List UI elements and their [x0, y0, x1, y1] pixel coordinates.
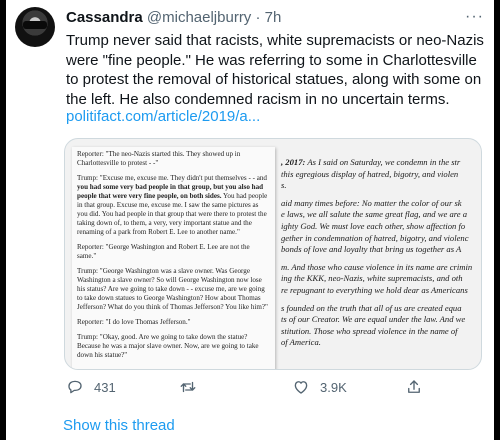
like-button[interactable]: 3.9K [292, 378, 347, 396]
statement-line: gether in condemnation of hatred, bigotr… [281, 232, 469, 243]
reply-icon [68, 380, 82, 394]
avatar[interactable] [15, 7, 55, 47]
transcript-paragraph: Reporter: "I do love Thomas Jefferson." [77, 318, 191, 326]
statement-document: , 2017: As I said on Saturday, we condem… [275, 147, 481, 369]
retweet-button[interactable] [179, 378, 207, 396]
statement-line: stitution. Those who spread violence in … [281, 325, 458, 336]
tweet-text: Trump never said that racists, white sup… [66, 32, 484, 108]
tweet-time[interactable]: 7h [265, 9, 282, 26]
like-icon [294, 381, 308, 394]
transcript-paragraph: Reporter: "George Washington and Robert … [77, 243, 250, 260]
show-thread-link[interactable]: Show this thread [63, 417, 175, 434]
tweet-actions: 431 3.9K [66, 378, 486, 398]
reply-button[interactable]: 431 [66, 378, 116, 396]
tweet-card[interactable]: Cassandra @michaeljburry · 7h ··· Trump … [6, 0, 494, 440]
author-name[interactable]: Cassandra [66, 9, 143, 26]
attached-image[interactable]: Reporter: "The neo-Nazis started this. T… [64, 138, 482, 370]
share-button[interactable] [405, 378, 423, 396]
statement-line: ighty God. We must love each other, show… [281, 220, 466, 231]
statement-line: , 2017: As I said on Saturday, we condem… [281, 157, 461, 167]
statement-line: s founded on the truth that all of us ar… [281, 302, 462, 313]
statement-line: this egregious display of hatred, bigotr… [281, 168, 459, 179]
statement-line: re repugnant to everything we hold dear … [281, 284, 468, 295]
share-icon [408, 380, 420, 393]
transcript-paragraph: Trump: "George Washington was a slave ow… [77, 267, 268, 311]
statement-line: e laws, we all salute the same great fla… [281, 209, 468, 220]
transcript-paragraph: Trump: "Excuse me, excuse me. They didn'… [77, 174, 268, 236]
statement-line: s. [281, 180, 287, 191]
reply-count: 431 [94, 379, 116, 395]
tweet-link[interactable]: politifact.com/article/2019/a... [66, 108, 260, 125]
statement-line: ing the KKK, neo-Nazis, white supremacis… [281, 273, 463, 284]
retweet-icon [180, 381, 196, 393]
transcript-document: Reporter: "The neo-Nazis started this. T… [72, 147, 275, 369]
statement-line: aid many times before: No matter the col… [281, 197, 462, 208]
statement-line: ts of our Creator. We are equal under th… [281, 314, 466, 325]
transcript-paragraph: Trump: "Okay, good. Are we going to take… [77, 333, 259, 359]
tweet-header: Cassandra @michaeljburry · 7h [66, 9, 281, 26]
transcript-paragraph: Reporter: "The neo-Nazis started this. T… [77, 150, 241, 167]
statement-line: of America. [281, 337, 321, 348]
like-count: 3.9K [320, 379, 347, 395]
separator-dot: · [255, 9, 261, 26]
author-handle[interactable]: @michaeljburry [147, 9, 251, 26]
more-icon[interactable]: ··· [465, 8, 484, 26]
statement-line: m. And those who cause violence in its n… [281, 261, 473, 272]
statement-line: bonds of love and loyalty that bring us … [281, 244, 462, 255]
